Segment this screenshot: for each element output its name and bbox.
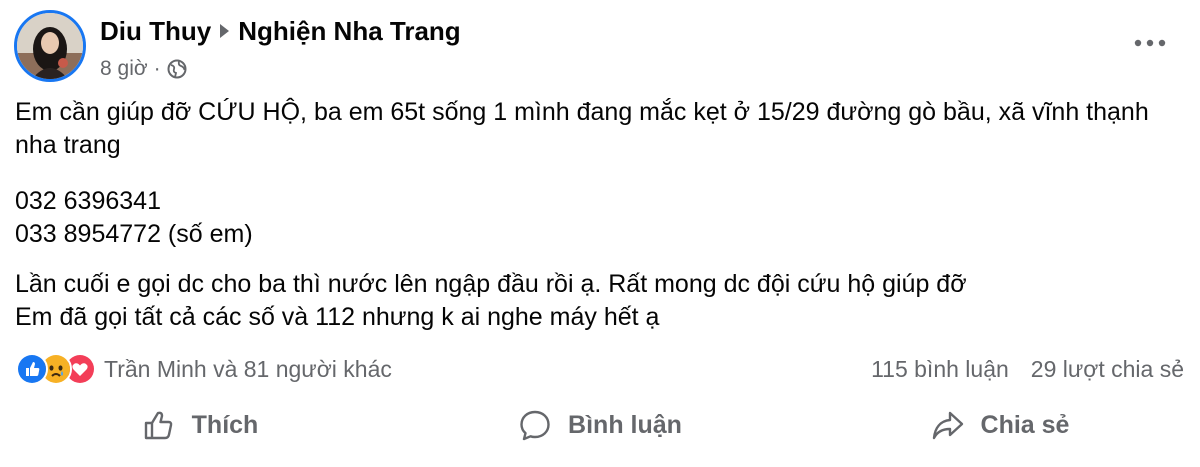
reaction-summary[interactable]: Trần Minh và 81 người khác xyxy=(16,353,392,385)
post-time[interactable]: 8 giờ xyxy=(100,57,148,81)
arrow-right-icon xyxy=(220,24,230,38)
share-label: Chia sẻ xyxy=(980,410,1070,439)
reaction-names[interactable]: Trần Minh và 81 người khác xyxy=(104,356,392,383)
post-header-names: Diu Thuy Nghiện Nha Trang xyxy=(100,14,461,48)
thumbs-up-icon xyxy=(144,411,172,440)
action-bar: Thích Bình luận Chia sẻ xyxy=(0,396,1200,454)
post-phone-block: 032 6396341 033 8954772 (số em) xyxy=(15,185,253,251)
avatar[interactable] xyxy=(14,10,86,82)
comment-count[interactable]: 115 bình luận xyxy=(871,356,1009,383)
like-button[interactable]: Thích xyxy=(0,396,400,454)
globe-icon[interactable] xyxy=(167,59,187,79)
comment-label: Bình luận xyxy=(568,410,682,439)
post-paragraph: Lần cuối e gọi dc cho ba thì nước lên ng… xyxy=(15,268,967,334)
comment-icon xyxy=(520,410,550,441)
facebook-post: Diu Thuy Nghiện Nha Trang 8 giờ · Em cần… xyxy=(0,0,1200,467)
post-line: Lần cuối e gọi dc cho ba thì nước lên ng… xyxy=(15,270,967,298)
post-meta: 8 giờ · xyxy=(100,55,187,83)
group-name[interactable]: Nghiện Nha Trang xyxy=(238,16,460,47)
post-line: Em đã gọi tất cả các số và 112 nhưng k a… xyxy=(15,303,660,331)
more-icon xyxy=(1134,39,1166,47)
share-count[interactable]: 29 lượt chia sẻ xyxy=(1031,356,1184,383)
like-icon xyxy=(16,353,48,385)
share-icon xyxy=(932,411,963,440)
more-options-button[interactable] xyxy=(1130,28,1170,58)
phone-number: 033 8954772 (số em) xyxy=(15,220,253,248)
author-name[interactable]: Diu Thuy xyxy=(100,16,211,47)
phone-number: 032 6396341 xyxy=(15,187,161,215)
engagement-counts: 115 bình luận 29 lượt chia sẻ xyxy=(871,354,1184,384)
comment-button[interactable]: Bình luận xyxy=(400,396,800,454)
meta-separator: · xyxy=(153,57,161,80)
share-button[interactable]: Chia sẻ xyxy=(800,396,1200,454)
post-paragraph: Em cần giúp đỡ CỨU HỘ, ba em 65t sống 1 … xyxy=(15,98,1149,159)
like-label: Thích xyxy=(191,410,259,439)
